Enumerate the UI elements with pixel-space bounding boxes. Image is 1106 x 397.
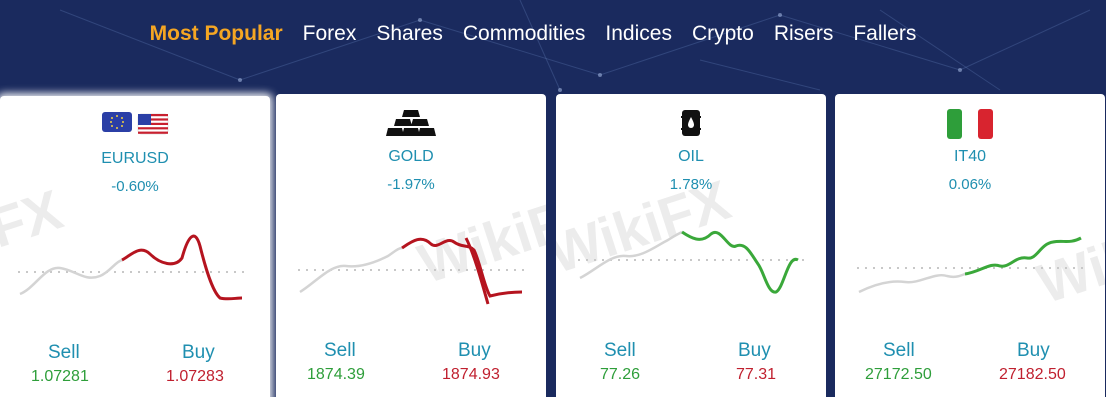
- tab-risers[interactable]: Risers: [774, 20, 834, 48]
- sparkline-chart: [857, 236, 1085, 294]
- sell-price[interactable]: 77.26: [600, 366, 640, 384]
- instrument-name: GOLD: [388, 148, 434, 165]
- sell-label: Sell: [883, 340, 915, 361]
- buy-price[interactable]: 77.31: [736, 366, 776, 384]
- sell-label: Sell: [604, 340, 636, 361]
- instrument-card-it40[interactable]: WikiFX IT40 0.06% Sell Buy 27172.50 2718…: [835, 94, 1105, 397]
- italy-flag-icon: [835, 108, 1105, 139]
- tab-crypto[interactable]: Crypto: [692, 20, 754, 48]
- tab-fallers[interactable]: Fallers: [853, 20, 916, 48]
- percent-change: 0.06%: [948, 176, 992, 193]
- tab-most-popular[interactable]: Most Popular: [150, 20, 283, 48]
- instrument-name: OIL: [678, 148, 704, 165]
- instrument-name: EURUSD: [101, 150, 169, 167]
- instrument-card-eurusd[interactable]: FX EURUSD -0.60% Sell Buy 1.07281 1.0728…: [0, 96, 270, 397]
- instrument-card-gold[interactable]: WikiFX GOLD -1.97% Sell Buy 1874.39 1874…: [276, 94, 546, 397]
- sell-price[interactable]: 27172.50: [865, 366, 932, 384]
- sell-label: Sell: [324, 340, 356, 361]
- sell-price[interactable]: 1874.39: [307, 366, 365, 384]
- eu-us-flags-icon: [0, 110, 270, 138]
- percent-change: -0.60%: [111, 178, 159, 195]
- instrument-cards: FX EURUSD -0.60% Sell Buy 1.07281 1.0728…: [0, 94, 1106, 397]
- instrument-name: IT40: [953, 148, 986, 165]
- tab-indices[interactable]: Indices: [605, 20, 672, 48]
- tab-forex[interactable]: Forex: [303, 20, 357, 48]
- oil-barrel-icon: [556, 108, 826, 136]
- percent-change: 1.78%: [669, 176, 713, 193]
- instrument-card-oil[interactable]: WikiFX OIL 1.78% Sell Buy 77.26 77.31: [556, 94, 826, 397]
- buy-label: Buy: [458, 340, 491, 361]
- buy-label: Buy: [182, 342, 215, 363]
- sell-label: Sell: [48, 342, 80, 363]
- sparkline-chart: [298, 237, 526, 305]
- sparkline-chart: [578, 230, 806, 294]
- sell-price[interactable]: 1.07281: [31, 368, 89, 386]
- buy-label: Buy: [1017, 340, 1050, 361]
- buy-price[interactable]: 1.07283: [166, 368, 224, 386]
- buy-label: Buy: [738, 340, 771, 361]
- gold-bars-icon: [276, 108, 546, 136]
- buy-price[interactable]: 1874.93: [442, 366, 500, 384]
- tab-commodities[interactable]: Commodities: [463, 20, 586, 48]
- sparkline-chart: [18, 234, 250, 301]
- tab-shares[interactable]: Shares: [376, 20, 443, 48]
- percent-change: -1.97%: [387, 176, 435, 193]
- category-tabs: Most Popular Forex Shares Commodities In…: [0, 20, 1106, 48]
- buy-price[interactable]: 27182.50: [999, 366, 1066, 384]
